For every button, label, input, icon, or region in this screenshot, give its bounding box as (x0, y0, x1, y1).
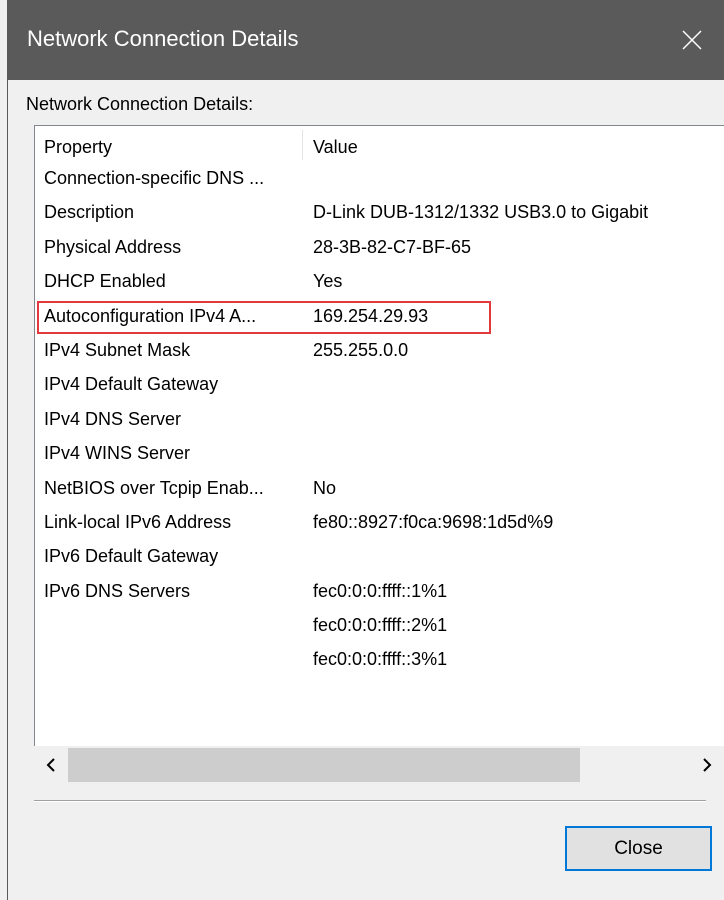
row-property: IPv6 DNS Servers (44, 580, 191, 601)
chevron-right-icon (703, 758, 712, 772)
separator-line-highlight (34, 801, 706, 802)
table-row[interactable]: Description D-Link DUB-1312/1332 USB3.0 t… (35, 197, 724, 231)
details-list-view[interactable]: Property Value Connection-specific DNS .… (34, 125, 724, 784)
title-close-button[interactable] (660, 0, 724, 80)
row-property: IPv4 DNS Server (44, 408, 182, 429)
list-rows: Connection-specific DNS ... Description D-… (35, 163, 724, 679)
row-value: fec0:0:0:ffff::1%1 (313, 580, 448, 601)
window-title: Network Connection Details (27, 26, 299, 51)
table-row[interactable]: Physical Address 28-3B-82-C7-BF-65 (35, 232, 724, 266)
row-property: Connection-specific DNS ... (44, 168, 265, 188)
row-value: 28-3B-82-C7-BF-65 (313, 236, 472, 257)
row-value: D-Link DUB-1312/1332 USB3.0 to Gigabit (313, 202, 649, 223)
close-icon (682, 30, 702, 50)
network-connection-details-dialog: Network Connection Details Network Conne… (0, 0, 724, 900)
table-row[interactable]: IPv6 DNS Servers fec0:0:0:ffff::1%1 (35, 576, 724, 610)
row-value: Yes (313, 271, 343, 292)
chevron-left-icon (46, 758, 55, 772)
column-header-value[interactable]: Value (313, 137, 358, 158)
row-value: fe80::8927:f0ca:9698:1d5d%9 (313, 511, 554, 532)
table-row[interactable]: IPv4 Default Gateway (35, 369, 724, 403)
row-property: IPv4 Default Gateway (44, 374, 219, 395)
horizontal-scrollbar[interactable] (34, 746, 724, 784)
row-property: Autoconfiguration IPv4 A... (44, 305, 257, 326)
row-value: fec0:0:0:ffff::3%1 (313, 649, 448, 670)
row-property: Description (44, 202, 135, 223)
table-row[interactable]: IPv4 DNS Server (35, 404, 724, 438)
column-separator[interactable] (302, 130, 303, 160)
table-row[interactable]: IPv4 WINS Server (35, 438, 724, 472)
title-bar: Network Connection Details (7, 0, 724, 80)
table-row[interactable]: Autoconfiguration IPv4 A... 169.254.29.93 (35, 301, 724, 335)
window-frame (7, 0, 8, 900)
row-property: IPv4 WINS Server (44, 443, 191, 464)
table-row[interactable]: IPv6 Default Gateway (35, 541, 724, 575)
row-property: NetBIOS over Tcpip Enab... (44, 477, 264, 498)
row-property: IPv6 Default Gateway (44, 546, 219, 567)
scroll-right-button[interactable] (690, 746, 724, 784)
row-property: IPv4 Subnet Mask (44, 339, 191, 360)
table-row[interactable]: DHCP Enabled Yes (35, 266, 724, 300)
scrollbar-thumb[interactable] (68, 748, 580, 782)
row-property: Link-local IPv6 Address (44, 511, 232, 532)
details-group-label: Network Connection Details: (26, 94, 254, 114)
scroll-left-button[interactable] (34, 746, 68, 784)
row-value: 169.254.29.93 (313, 305, 429, 326)
row-property: Physical Address (44, 236, 182, 257)
table-row[interactable]: NetBIOS over Tcpip Enab... No (35, 473, 724, 507)
column-header-property[interactable]: Property (44, 137, 112, 158)
close-button[interactable]: Close (565, 826, 712, 871)
table-row[interactable]: Connection-specific DNS ... (35, 163, 724, 197)
row-value: fec0:0:0:ffff::2%1 (313, 615, 448, 636)
row-property: DHCP Enabled (44, 271, 166, 292)
table-row[interactable]: IPv4 Subnet Mask 255.255.0.0 (35, 335, 724, 369)
row-value: 255.255.0.0 (313, 339, 409, 360)
table-row[interactable]: fec0:0:0:ffff::3%1 (35, 644, 724, 678)
list-column-header: Property Value (35, 126, 724, 166)
row-value: No (313, 477, 337, 498)
table-row[interactable]: fec0:0:0:ffff::2%1 (35, 610, 724, 644)
table-row[interactable]: Link-local IPv6 Address fe80::8927:f0ca:9… (35, 507, 724, 541)
